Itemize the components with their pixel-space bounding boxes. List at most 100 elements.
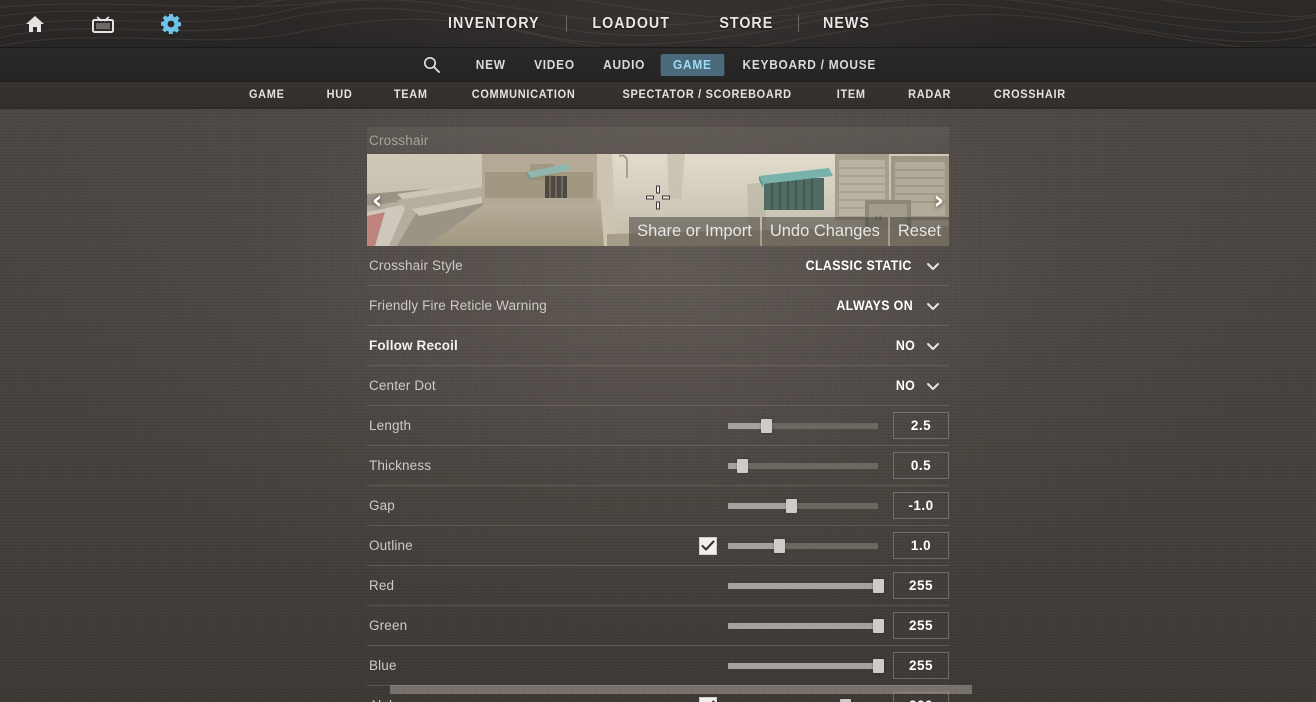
category-radar[interactable]: RADAR: [889, 89, 970, 101]
slider-handle[interactable]: [873, 578, 884, 593]
outline-value[interactable]: 1.0: [893, 532, 949, 559]
tab-game[interactable]: GAME: [660, 53, 725, 76]
tab-new[interactable]: NEW: [464, 54, 519, 76]
setting-label: Follow Recoil: [369, 338, 458, 353]
setting-label: Blue: [369, 658, 397, 673]
game-category-bar: GAME HUD TEAM COMMUNICATION SPECTATOR / …: [0, 82, 1316, 109]
settings-content: Crosshair ‹ › Share or Import Undo Chang…: [367, 109, 949, 702]
dropdown-value[interactable]: ALWAYS ON: [836, 298, 913, 313]
nav-separator: [797, 15, 799, 32]
setting-row-center-dot[interactable]: Center Dot NO: [367, 366, 949, 406]
slider-fill: [728, 622, 878, 629]
setting-control: 1.0: [699, 532, 949, 559]
alpha-value[interactable]: 200: [893, 692, 949, 702]
setting-row-green[interactable]: Green 255: [367, 606, 949, 646]
main-navigation: INVENTORY LOADOUT STORE NEWS: [0, 0, 1316, 47]
slider-handle[interactable]: [774, 538, 785, 553]
outline-checkbox[interactable]: [699, 536, 717, 555]
length-slider[interactable]: [728, 416, 878, 436]
crosshair-preview[interactable]: 14 ‹ › Share or Import Undo Cha: [367, 154, 949, 246]
nav-item-inventory[interactable]: INVENTORY: [428, 15, 560, 33]
nav-separator: [565, 15, 567, 32]
blue-value[interactable]: 255: [893, 652, 949, 679]
alpha-slider[interactable]: [728, 696, 878, 702]
slider-handle[interactable]: [873, 658, 884, 673]
thickness-slider[interactable]: [728, 456, 878, 476]
chevron-down-icon[interactable]: [926, 259, 940, 273]
setting-row-crosshair-style[interactable]: Crosshair Style CLASSIC STATIC: [367, 246, 949, 286]
length-value[interactable]: 2.5: [893, 412, 949, 439]
preview-prev-arrow[interactable]: ‹: [372, 188, 382, 213]
preview-next-arrow[interactable]: ›: [934, 188, 944, 213]
green-slider[interactable]: [728, 616, 884, 636]
setting-label: Length: [369, 418, 412, 433]
dropdown-value[interactable]: NO: [896, 338, 915, 353]
setting-row-alpha[interactable]: Alpha 200: [367, 686, 949, 702]
dropdown-value[interactable]: CLASSIC STATIC: [805, 258, 911, 273]
dropdown-value[interactable]: NO: [896, 378, 915, 393]
alpha-checkbox[interactable]: [699, 696, 717, 702]
gap-slider[interactable]: [728, 496, 878, 516]
setting-row-thickness[interactable]: Thickness 0.5: [367, 446, 949, 486]
setting-label: Center Dot: [369, 378, 436, 393]
category-communication[interactable]: COMMUNICATION: [452, 89, 594, 101]
thickness-value[interactable]: 0.5: [893, 452, 949, 479]
setting-row-blue[interactable]: Blue 255: [367, 646, 949, 686]
category-game[interactable]: GAME: [230, 89, 304, 101]
slider-handle[interactable]: [873, 618, 884, 633]
red-value[interactable]: 255: [893, 572, 949, 599]
tab-audio[interactable]: AUDIO: [591, 54, 658, 76]
gap-value[interactable]: -1.0: [893, 492, 949, 519]
slider-handle[interactable]: [840, 698, 851, 702]
setting-control: 255: [728, 612, 949, 639]
slider-handle[interactable]: [736, 458, 748, 473]
checkmark-icon: [701, 539, 715, 551]
setting-control: 200: [699, 692, 949, 702]
undo-changes-button[interactable]: Undo Changes: [761, 216, 888, 246]
settings-tab-bar: NEW VIDEO AUDIO GAME KEYBOARD / MOUSE: [0, 48, 1316, 82]
red-slider[interactable]: [728, 576, 884, 596]
setting-control: CLASSIC STATIC: [801, 258, 949, 273]
outline-slider[interactable]: [728, 536, 878, 556]
slider-track: [728, 462, 878, 469]
setting-row-gap[interactable]: Gap -1.0: [367, 486, 949, 526]
crosshair-reticle: [645, 185, 671, 216]
slider-fill: [728, 502, 791, 509]
setting-row-friendly-fire-reticle-warning[interactable]: Friendly Fire Reticle Warning ALWAYS ON: [367, 286, 949, 326]
reset-button[interactable]: Reset: [889, 216, 949, 246]
nav-item-news[interactable]: NEWS: [803, 15, 890, 33]
setting-control: 0.5: [728, 452, 949, 479]
green-value[interactable]: 255: [893, 612, 949, 639]
share-or-import-button[interactable]: Share or Import: [629, 216, 760, 246]
category-item[interactable]: ITEM: [818, 89, 885, 101]
slider-fill: [728, 662, 878, 669]
tab-keyboard-mouse[interactable]: KEYBOARD / MOUSE: [730, 54, 888, 76]
setting-control: ALWAYS ON: [833, 298, 949, 313]
category-hud[interactable]: HUD: [308, 89, 372, 101]
setting-label: Crosshair Style: [369, 258, 463, 273]
setting-label: Green: [369, 618, 408, 633]
setting-label: Red: [369, 578, 395, 593]
tab-video[interactable]: VIDEO: [522, 54, 587, 76]
slider-handle[interactable]: [786, 498, 797, 513]
category-spectator-scoreboard[interactable]: SPECTATOR / SCOREBOARD: [603, 89, 810, 101]
category-crosshair[interactable]: CROSSHAIR: [975, 89, 1085, 101]
setting-row-length[interactable]: Length 2.5: [367, 406, 949, 446]
chevron-down-icon[interactable]: [926, 379, 940, 393]
nav-item-loadout[interactable]: LOADOUT: [572, 15, 690, 33]
category-team[interactable]: TEAM: [375, 89, 447, 101]
setting-row-outline[interactable]: Outline 1.0: [367, 526, 949, 566]
chevron-down-icon[interactable]: [926, 299, 940, 313]
nav-item-store[interactable]: STORE: [699, 15, 793, 33]
setting-row-follow-recoil[interactable]: Follow Recoil NO: [367, 326, 949, 366]
slider-fill: [728, 582, 878, 589]
setting-row-red[interactable]: Red 255: [367, 566, 949, 606]
chevron-down-icon[interactable]: [926, 339, 940, 353]
blue-slider[interactable]: [728, 656, 884, 676]
slider-handle[interactable]: [760, 418, 772, 433]
search-icon[interactable]: [423, 56, 441, 73]
setting-control: NO: [895, 338, 949, 353]
setting-label: Outline: [369, 538, 413, 553]
setting-control: 255: [728, 572, 949, 599]
top-header-bar: INVENTORY LOADOUT STORE NEWS: [0, 0, 1316, 48]
